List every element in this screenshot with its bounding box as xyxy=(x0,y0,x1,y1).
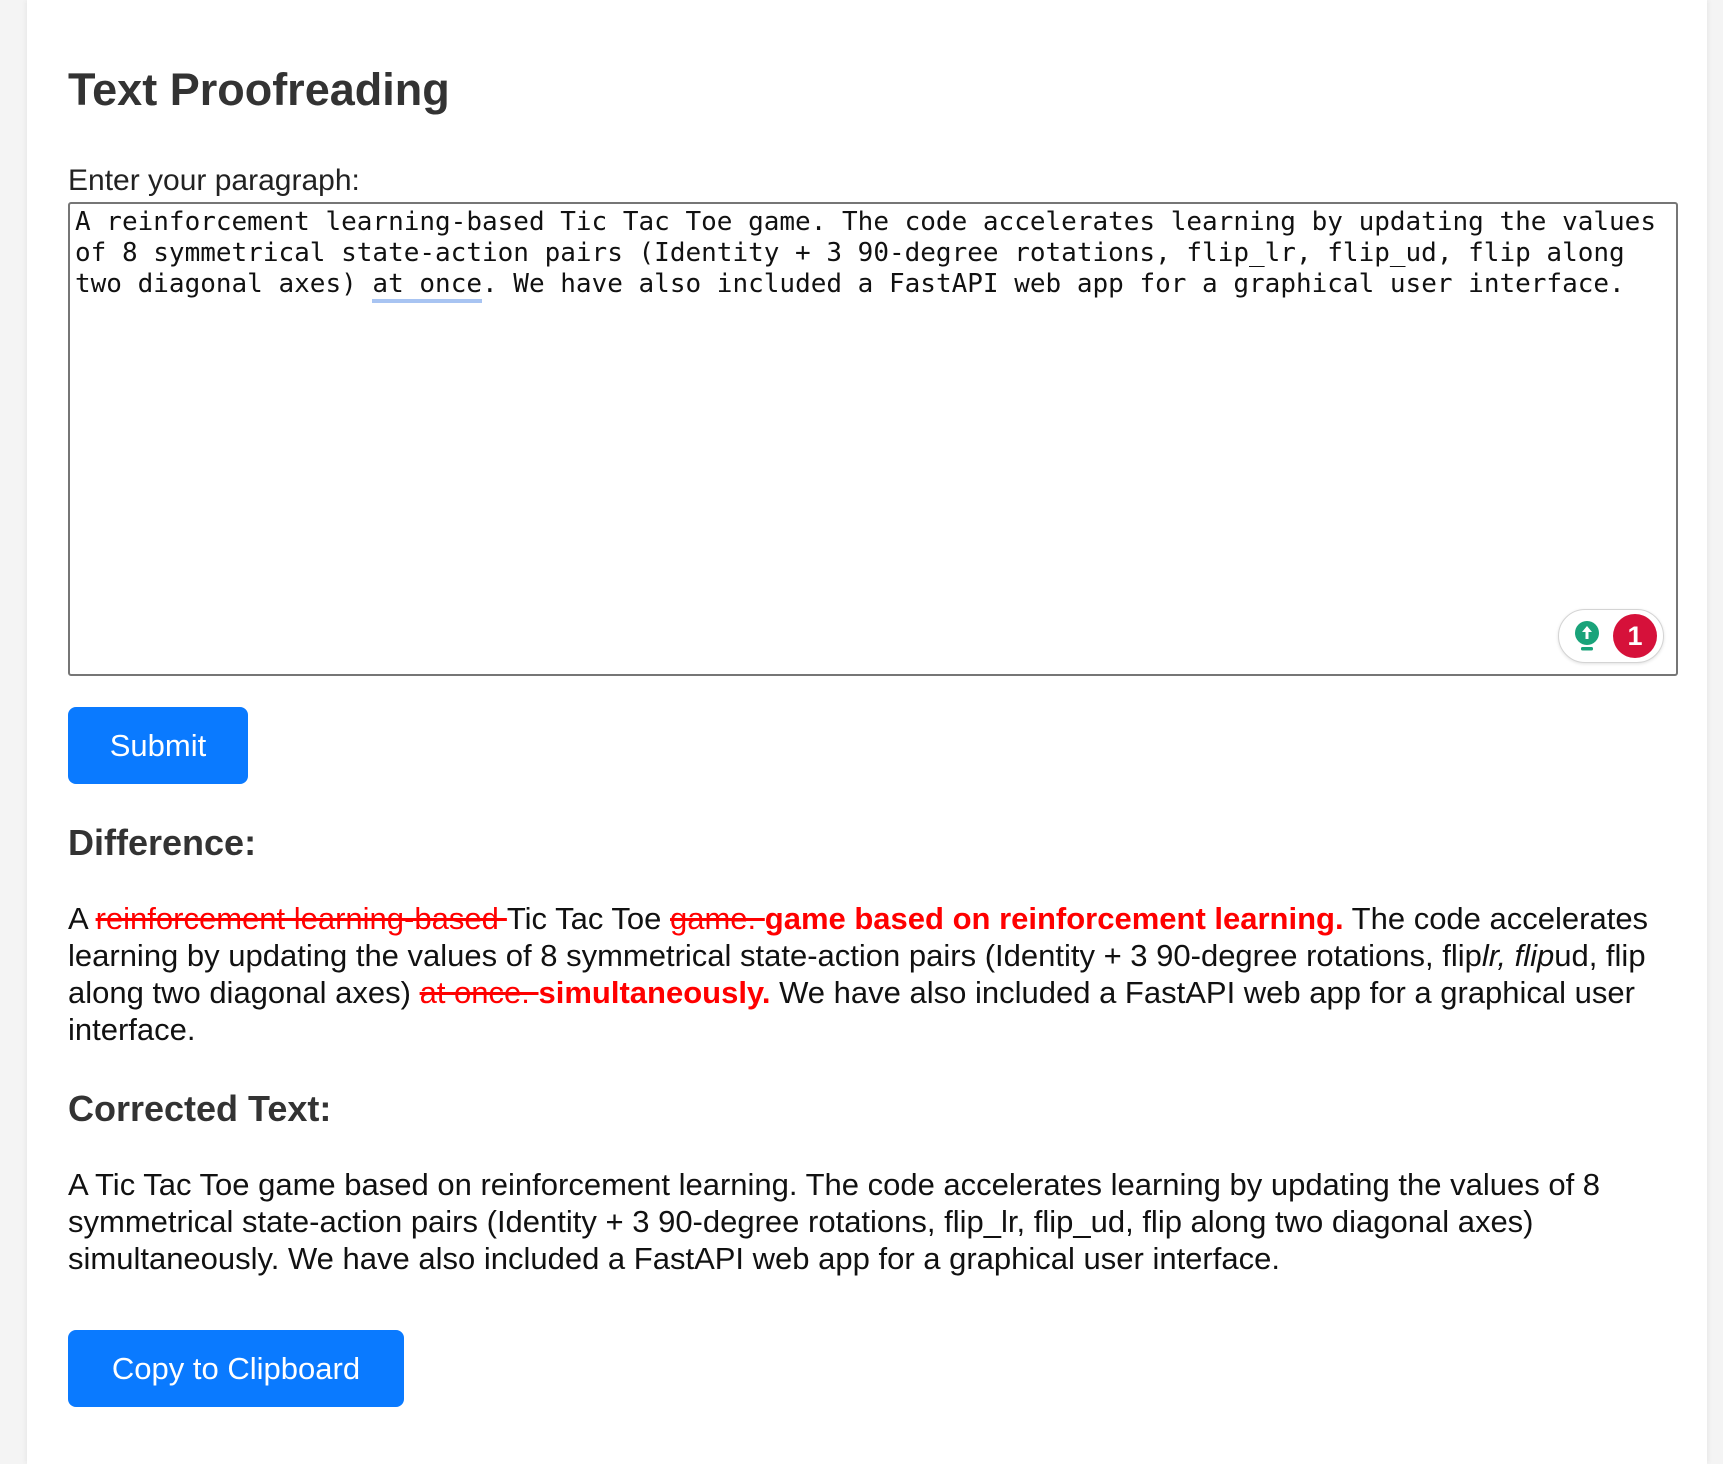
issue-count-badge[interactable]: 1 xyxy=(1613,614,1657,658)
diff-text-segment: A xyxy=(68,901,96,936)
paragraph-input-label: Enter your paragraph: xyxy=(68,164,360,197)
corrected-text: A Tic Tac Toe game based on reinforcemen… xyxy=(68,1167,1601,1276)
diff-text-segment: Tic Tac Toe xyxy=(506,901,670,936)
diff-deletion: at once. xyxy=(419,975,539,1010)
difference-text: A reinforcement learning-based Tic Tac T… xyxy=(68,900,1680,1048)
grammar-checker-widget[interactable]: 1 xyxy=(1558,609,1664,663)
textarea-content[interactable]: A reinforcement learning-based Tic Tac T… xyxy=(75,207,1671,303)
main-container: Text Proofreading Enter your paragraph: … xyxy=(27,0,1707,1464)
corrected-text-heading: Corrected Text: xyxy=(68,1088,332,1129)
diff-deletion: reinforcement learning-based xyxy=(95,901,507,936)
flagged-phrase[interactable]: at once xyxy=(372,269,482,303)
diff-insertion: game based on reinforcement learning. xyxy=(764,901,1344,936)
submit-button[interactable]: Submit xyxy=(68,707,248,784)
diff-italic-segment: lr, flip xyxy=(1481,938,1555,973)
textarea-text-after: . We have also included a FastAPI web ap… xyxy=(482,269,1625,299)
diff-insertion: simultaneously. xyxy=(538,975,771,1010)
difference-heading: Difference: xyxy=(68,822,257,863)
paragraph-textarea[interactable]: A reinforcement learning-based Tic Tac T… xyxy=(68,202,1678,676)
copy-to-clipboard-button[interactable]: Copy to Clipboard xyxy=(68,1330,404,1407)
lightbulb-icon[interactable] xyxy=(1571,619,1603,655)
diff-deletion: game. xyxy=(670,901,765,936)
page-title: Text Proofreading xyxy=(68,64,450,115)
